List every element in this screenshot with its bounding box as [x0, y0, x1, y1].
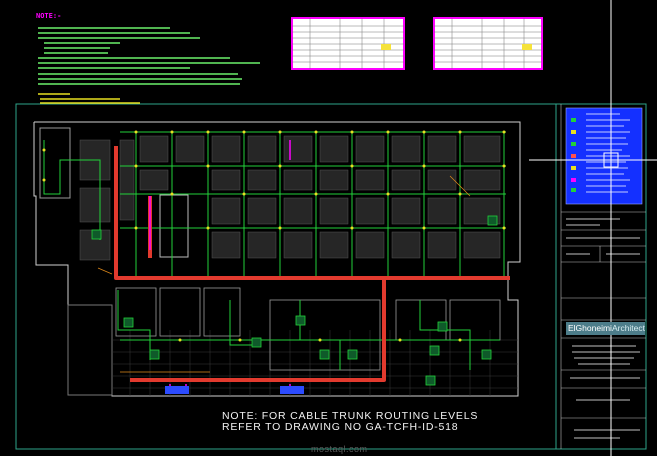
notes-heading: NOTE:-: [36, 12, 62, 20]
floor-boxes[interactable]: [165, 386, 304, 394]
schedule-table-1[interactable]: [291, 17, 405, 70]
general-notes-block: [38, 27, 260, 104]
crosshair-cursor-icon: [529, 0, 657, 456]
brand-name-part-2: Architects: [611, 323, 645, 333]
brand-name-part-1: ElGhoneimi: [568, 323, 612, 333]
architect-logo: ElGhoneimiArchitects: [566, 322, 645, 335]
cable-trunk-note: NOTE: FOR CABLE TRUNK ROUTING LEVELS REF…: [222, 411, 478, 433]
cable-trunk-note-line-2: REFER TO DRAWING NO GA-TCFH-ID-518: [222, 421, 459, 433]
cad-drawing-canvas[interactable]: [0, 0, 657, 456]
watermark: mostaql.com: [311, 444, 368, 454]
schedule-table-2[interactable]: [433, 17, 543, 70]
